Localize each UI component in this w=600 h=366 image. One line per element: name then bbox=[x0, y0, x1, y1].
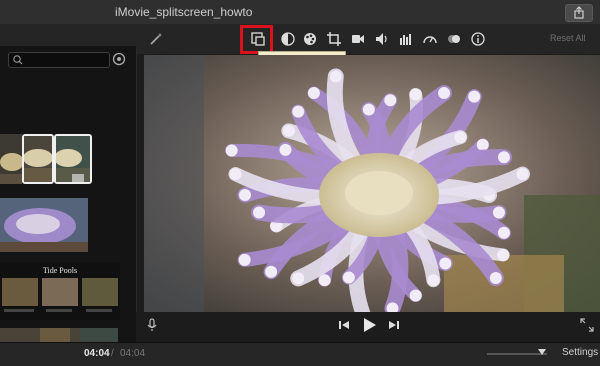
search-icon bbox=[13, 55, 23, 65]
share-button[interactable] bbox=[565, 4, 593, 22]
clip-thumbnail-selected[interactable] bbox=[22, 134, 54, 184]
settings-button[interactable]: Settings bbox=[562, 347, 598, 358]
share-icon bbox=[574, 6, 584, 19]
clip-thumbnail[interactable] bbox=[0, 134, 22, 184]
time-separator: / bbox=[111, 348, 114, 359]
zoom-slider-knob[interactable] bbox=[538, 349, 546, 355]
video-viewer[interactable] bbox=[144, 55, 600, 315]
highlight-box bbox=[240, 25, 273, 54]
anemone-video-frame bbox=[144, 55, 600, 315]
search-input[interactable] bbox=[8, 52, 110, 68]
total-time: 04:04 bbox=[120, 348, 146, 359]
speed-icon[interactable] bbox=[422, 31, 438, 47]
current-time: 04:04 bbox=[84, 348, 110, 359]
clip-title: Tide Pools bbox=[42, 266, 78, 275]
clip-thumbnail-selected[interactable] bbox=[54, 134, 92, 184]
skip-back-icon[interactable] bbox=[338, 318, 350, 337]
window-title: iMovie_splitscreen_howto bbox=[115, 5, 253, 19]
microphone-icon[interactable] bbox=[146, 318, 158, 337]
noise-reduction-icon[interactable] bbox=[446, 31, 462, 47]
crop-icon[interactable] bbox=[326, 31, 342, 47]
play-icon[interactable] bbox=[362, 316, 378, 339]
clip-info-icon[interactable] bbox=[470, 31, 486, 47]
volume-icon[interactable] bbox=[374, 31, 390, 47]
magic-wand-icon[interactable] bbox=[148, 31, 164, 47]
color-balance-icon[interactable] bbox=[280, 31, 296, 47]
title-bar bbox=[0, 0, 600, 25]
clip-thumbnail[interactable] bbox=[0, 198, 88, 252]
gear-icon[interactable] bbox=[112, 52, 126, 66]
fullscreen-icon[interactable] bbox=[580, 318, 594, 337]
clip-thumbnail[interactable] bbox=[0, 328, 118, 342]
color-correction-icon[interactable] bbox=[302, 31, 318, 47]
stabilization-icon[interactable] bbox=[350, 31, 366, 47]
skip-forward-icon[interactable] bbox=[388, 318, 400, 337]
equalizer-icon[interactable] bbox=[398, 31, 414, 47]
reset-all-button[interactable]: Reset All bbox=[550, 33, 586, 43]
